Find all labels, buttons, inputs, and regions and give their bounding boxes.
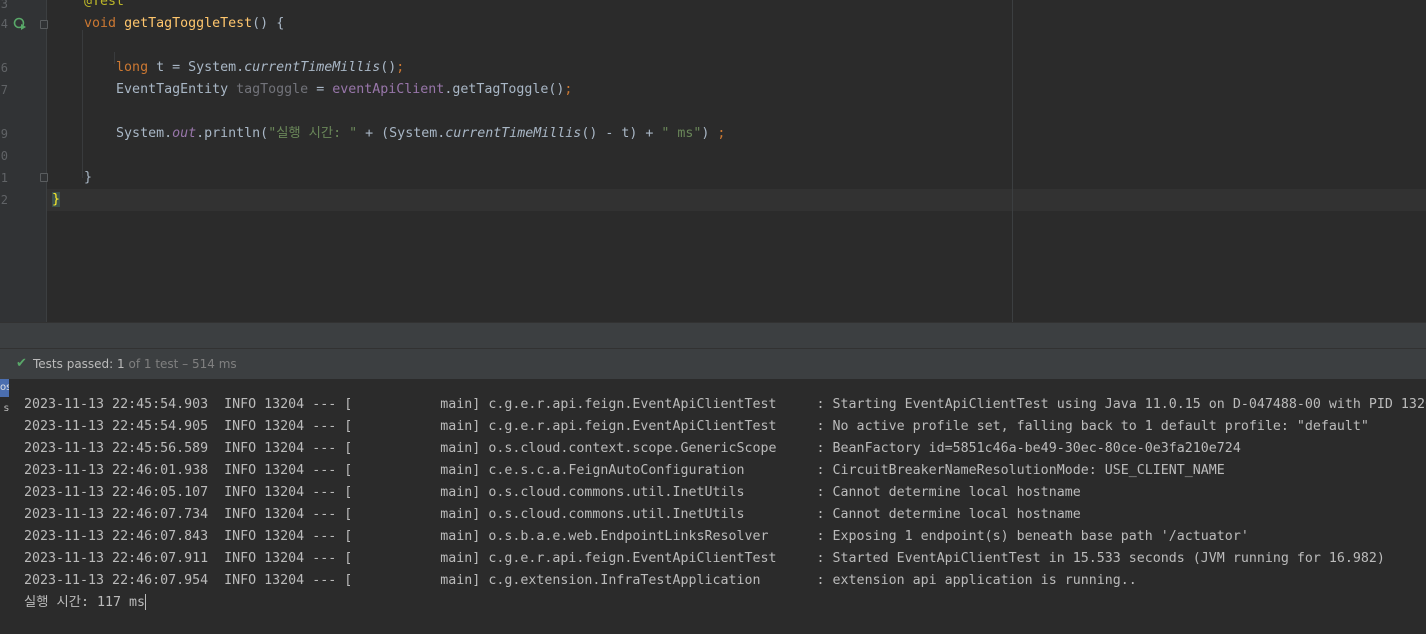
- code-line: void getTagToggleTest() {: [52, 13, 284, 35]
- annotation-text: @Test: [84, 0, 125, 9]
- string-literal: "실행 시간: ": [268, 126, 358, 141]
- code-text: (): [380, 60, 397, 75]
- check-icon: ✔: [16, 356, 27, 371]
- line-number: 2: [0, 193, 8, 207]
- code-line: }: [52, 189, 61, 211]
- test-status-text: Tests passed: 1 of 1 test – 514 ms: [33, 357, 237, 371]
- code-text: () - t) +: [581, 126, 662, 141]
- test-status-bar: ✔ Tests passed: 1 of 1 test – 514 ms: [0, 348, 1426, 379]
- type-name: EventTagEntity: [116, 82, 237, 97]
- semicolon: ;: [717, 126, 726, 141]
- log-line: 2023-11-13 22:45:54.903 INFO 13204 --- […: [24, 397, 1426, 412]
- indent-guide: [82, 30, 83, 178]
- right-margin-guide: [1012, 0, 1013, 322]
- log-line: 2023-11-13 22:46:07.734 INFO 13204 --- […: [24, 507, 1081, 522]
- line-number: 4: [0, 17, 8, 31]
- code-text: t = System.: [148, 60, 245, 75]
- execution-time-output: 실행 시간: 117 ms: [24, 595, 145, 610]
- text-caret: [144, 594, 146, 610]
- line-number: 0: [0, 149, 8, 163]
- passed-count: 1: [117, 357, 125, 371]
- line-number: 6: [0, 61, 8, 75]
- code-text: () {: [252, 16, 285, 31]
- code-line: EventTagEntity tagToggle = eventApiClien…: [52, 79, 572, 101]
- static-method: currentTimeMillis: [445, 126, 582, 141]
- log-line: 2023-11-13 22:46:01.938 INFO 13204 --- […: [24, 463, 1225, 478]
- keyword: void: [84, 16, 117, 31]
- log-line: 2023-11-13 22:45:54.905 INFO 13204 --- […: [24, 419, 1369, 434]
- code-line: @Test: [52, 0, 124, 13]
- line-number: 7: [0, 83, 8, 97]
- log-line: 2023-11-13 22:46:07.843 INFO 13204 --- […: [24, 529, 1249, 544]
- current-line-highlight: [47, 189, 1426, 211]
- semicolon: ;: [396, 60, 405, 75]
- unused-variable: tagToggle: [236, 82, 309, 97]
- semicolon: ;: [564, 82, 573, 97]
- log-line: 2023-11-13 22:46:07.954 INFO 13204 --- […: [24, 573, 1137, 588]
- log-line: 2023-11-13 22:45:56.589 INFO 13204 --- […: [24, 441, 1241, 456]
- method-name: getTagToggleTest: [124, 16, 253, 31]
- code-text: + (System.: [357, 126, 446, 141]
- field-reference: eventApiClient: [332, 82, 445, 97]
- code-line: long t = System.currentTimeMillis();: [52, 57, 404, 79]
- string-literal: " ms": [661, 126, 702, 141]
- code-editor[interactable]: 3 4 6 7 9 0 1 2 @Test void getTagToggleT…: [0, 0, 1426, 322]
- code-text: =: [308, 82, 333, 97]
- test-summary: of 1 test – 514 ms: [124, 357, 237, 371]
- code-line: }: [52, 167, 92, 189]
- line-number: 1: [0, 171, 8, 185]
- code-line: System.out.println("실행 시간: " + (System.c…: [52, 123, 725, 145]
- test-status-prefix: Tests passed:: [33, 357, 118, 371]
- log-line: 2023-11-13 22:46:05.107 INFO 13204 --- […: [24, 485, 1081, 500]
- line-number: 9: [0, 127, 8, 141]
- result-line: 실행 시간: 117 ms: [24, 592, 146, 614]
- keyword: long: [116, 60, 149, 75]
- code-text: ): [701, 126, 718, 141]
- code-text: .println(: [196, 126, 269, 141]
- code-text: System.: [116, 126, 173, 141]
- run-test-icon[interactable]: [13, 17, 27, 31]
- fold-toggle-icon[interactable]: [40, 173, 48, 182]
- static-field: out: [172, 126, 197, 141]
- matched-brace: }: [52, 192, 61, 207]
- side-tab-active[interactable]: os: [0, 379, 9, 397]
- panel-splitter[interactable]: [0, 322, 1426, 349]
- code-text: .getTagToggle(): [444, 82, 565, 97]
- fold-toggle-icon[interactable]: [40, 20, 48, 29]
- log-line: 2023-11-13 22:46:07.911 INFO 13204 --- […: [24, 551, 1385, 566]
- static-method: currentTimeMillis: [244, 60, 381, 75]
- brace: }: [84, 170, 93, 185]
- console-output[interactable]: 2023-11-13 22:45:54.903 INFO 13204 --- […: [0, 379, 1426, 634]
- side-tab[interactable]: s: [0, 400, 9, 418]
- editor-gutter: 3 4 6 7 9 0 1 2: [0, 0, 48, 322]
